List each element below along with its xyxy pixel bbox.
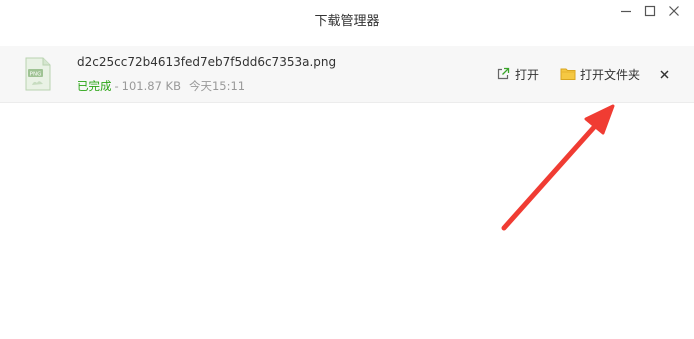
folder-icon (560, 68, 576, 80)
maximize-icon (644, 5, 656, 17)
status-label: 已完成 (77, 79, 112, 93)
file-name[interactable]: d2c25cc72b4613fed7eb7f5dd6c7353a.png (77, 55, 336, 69)
open-label: 打开 (515, 67, 540, 82)
minimize-icon (621, 10, 631, 13)
file-size: 101.87 KB (121, 79, 181, 93)
minimize-button[interactable] (616, 2, 636, 20)
png-file-icon: PNG (25, 57, 51, 91)
window-title: 下载管理器 (314, 14, 380, 29)
open-file-icon (497, 67, 510, 80)
remove-icon (660, 70, 668, 78)
open-file-button[interactable]: 打开 (496, 65, 539, 83)
file-meta: 已完成 -101.87 KB 今天15:11 (77, 78, 245, 94)
close-icon (669, 6, 679, 16)
file-icon-label: PNG (30, 71, 42, 77)
open-folder-button[interactable]: 打开文件夹 (560, 65, 640, 83)
download-time: 今天15:11 (188, 79, 246, 93)
title-bar: 下载管理器 (0, 0, 694, 40)
meta-separator: - (114, 79, 119, 93)
close-button[interactable] (664, 2, 684, 20)
open-folder-label: 打开文件夹 (580, 67, 641, 82)
download-item[interactable]: PNG d2c25cc72b4613fed7eb7f5dd6c7353a.png… (0, 46, 694, 103)
remove-button[interactable] (656, 66, 672, 82)
maximize-button[interactable] (640, 2, 660, 20)
